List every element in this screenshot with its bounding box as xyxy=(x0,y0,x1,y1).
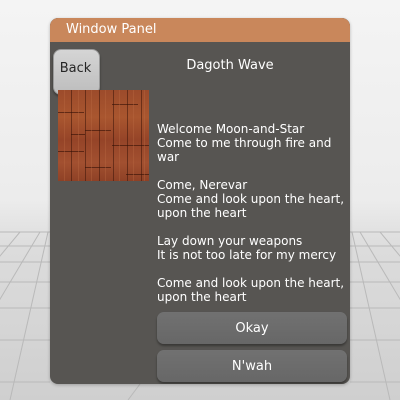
okay-button[interactable]: Okay xyxy=(157,312,347,344)
lyrics-line: Welcome Moon-and-Star xyxy=(157,122,305,136)
lyrics-line: Come and look upon the heart, upon the h… xyxy=(157,192,345,220)
lyrics-paragraph: Come and look upon the heart, upon the h… xyxy=(157,276,347,304)
panel-header: Dagoth Wave xyxy=(186,58,274,73)
lyrics-line: Come to me through fire and war xyxy=(157,136,332,164)
back-button[interactable]: Back xyxy=(53,49,100,95)
nwah-button-label: N'wah xyxy=(231,359,273,374)
lyrics-text: Welcome Moon-and-Star Come to me through… xyxy=(157,122,347,318)
lyrics-paragraph: Welcome Moon-and-Star Come to me through… xyxy=(157,122,347,164)
lyrics-line: Come and look upon the heart, upon the h… xyxy=(157,276,345,304)
window-title: Window Panel xyxy=(66,22,157,37)
wood-plank-texture-icon xyxy=(58,90,149,181)
lyrics-paragraph: Lay down your weapons It is not too late… xyxy=(157,234,347,262)
lyrics-line: It is not too late for my mercy xyxy=(157,248,337,262)
window-titlebar[interactable]: Window Panel xyxy=(50,18,350,42)
lyrics-line: Come, Nerevar xyxy=(157,178,248,192)
lyrics-line: Lay down your weapons xyxy=(157,234,303,248)
nwah-button[interactable]: N'wah xyxy=(157,350,347,382)
back-button-label: Back xyxy=(59,61,92,76)
okay-button-label: Okay xyxy=(235,321,269,336)
window-panel: Window Panel Back Dagoth Wave Welcome Mo… xyxy=(50,18,350,384)
lyrics-paragraph: Come, Nerevar Come and look upon the hea… xyxy=(157,178,347,220)
